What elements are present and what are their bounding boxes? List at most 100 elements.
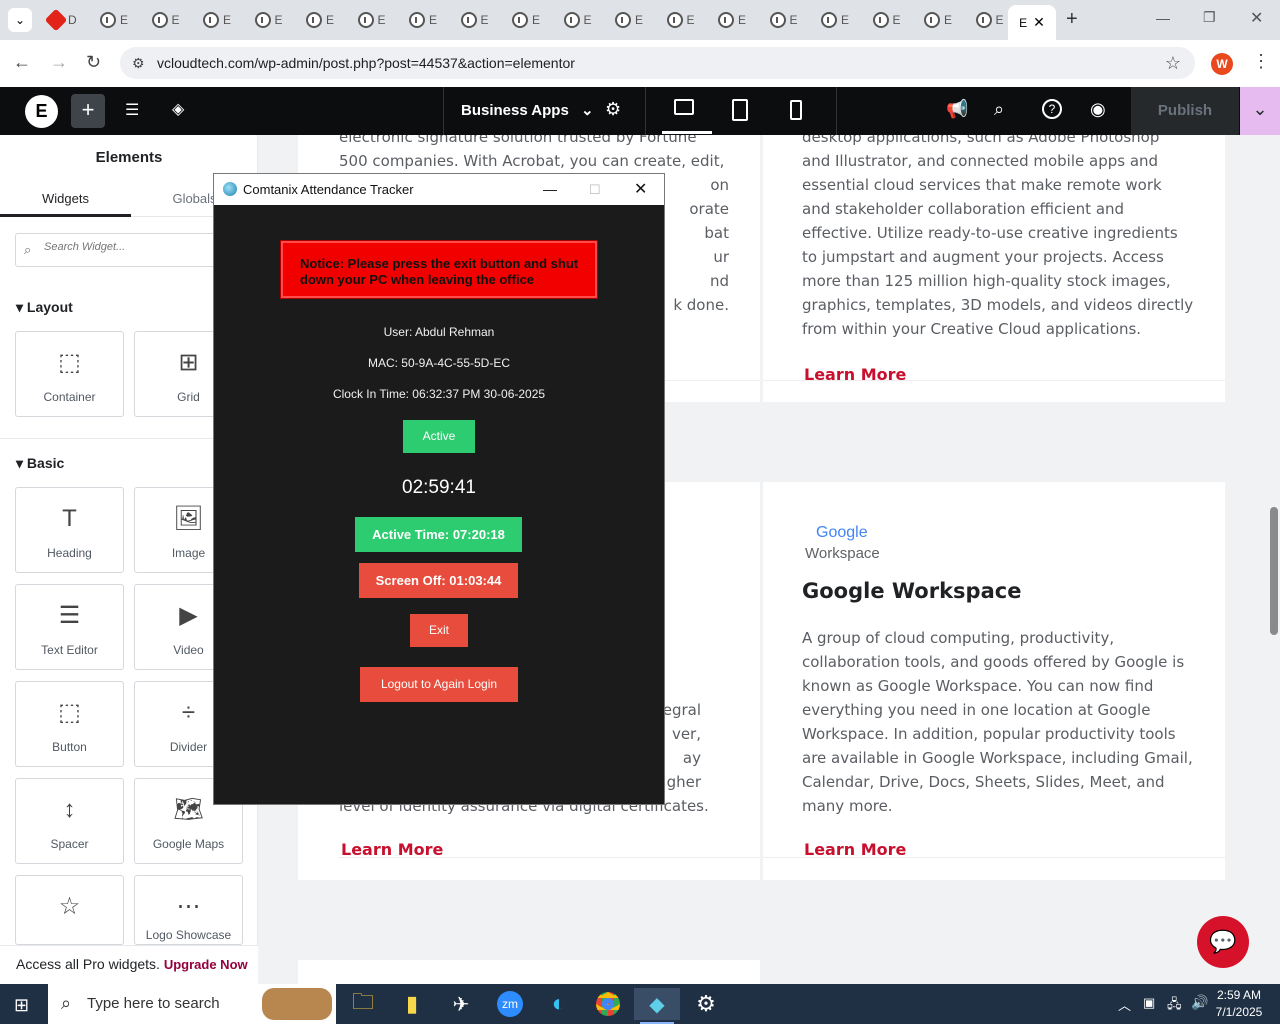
new-tab-icon[interactable]: + bbox=[1066, 8, 1078, 31]
publish-options-chevron-icon[interactable]: ⌄ bbox=[1240, 87, 1280, 135]
reload-icon[interactable]: ↻ bbox=[86, 52, 101, 73]
chat-bubble-icon[interactable]: 💬 bbox=[1197, 916, 1249, 968]
image-icon: 🖼 bbox=[173, 505, 204, 532]
browser-tab[interactable]: E bbox=[975, 6, 1004, 34]
widget-label: Logo Showcase bbox=[145, 928, 232, 942]
learn-more-link[interactable]: Learn More bbox=[804, 365, 906, 384]
forward-icon[interactable]: → bbox=[50, 52, 68, 73]
attendance-tracker-taskbar-icon[interactable]: ◆ bbox=[634, 988, 680, 1020]
mobile-view-icon[interactable] bbox=[790, 100, 802, 120]
tab-widgets[interactable]: Widgets bbox=[0, 191, 131, 206]
widget-label: Heading bbox=[47, 546, 92, 560]
upgrade-now-link[interactable]: Upgrade Now bbox=[164, 957, 248, 972]
tray-app-icon[interactable]: ▣ bbox=[1143, 995, 1155, 1011]
wordpress-favicon-icon bbox=[666, 12, 683, 28]
page-settings-gear-icon[interactable]: ⚙ bbox=[605, 99, 621, 120]
browser-menu-icon[interactable]: ⋮ bbox=[1252, 51, 1270, 72]
browser-tab[interactable]: D bbox=[44, 6, 77, 34]
active-browser-tab[interactable]: E ✕ bbox=[1008, 5, 1056, 40]
tab-close-icon[interactable]: ✕ bbox=[1033, 14, 1045, 31]
button-icon: ⬚ bbox=[58, 699, 81, 726]
windows-start-icon[interactable]: ⊞ bbox=[14, 995, 29, 1016]
url-field[interactable]: ⚙ vcloudtech.com/wp-admin/post.php?post=… bbox=[120, 47, 1195, 79]
widget-text-editor[interactable]: ☰ Text Editor bbox=[15, 584, 124, 670]
tab-search-icon[interactable]: ⌄ bbox=[8, 8, 32, 32]
widget-button[interactable]: ⬚ Button bbox=[15, 681, 124, 767]
browser-tab[interactable]: E bbox=[100, 6, 128, 34]
close-icon[interactable]: ✕ bbox=[634, 174, 647, 205]
widget-container[interactable]: ⬚ Container bbox=[15, 331, 124, 417]
desktop-view-icon[interactable] bbox=[674, 99, 694, 115]
settings-sliders-icon[interactable]: ☰ bbox=[125, 100, 139, 120]
bookmark-star-icon[interactable]: ☆ bbox=[1165, 47, 1181, 79]
tablet-view-icon[interactable] bbox=[732, 99, 748, 121]
help-icon[interactable]: ? bbox=[1042, 99, 1062, 119]
browser-tab[interactable]: E bbox=[924, 6, 952, 34]
logout-button[interactable]: Logout to Again Login bbox=[360, 667, 518, 702]
content-card: Google Workspace Google Workspace A grou… bbox=[763, 482, 1225, 880]
layers-icon[interactable]: ◈ bbox=[172, 99, 184, 119]
scrollbar[interactable] bbox=[1268, 135, 1280, 984]
sticky-notes-icon[interactable]: ▮ bbox=[394, 988, 430, 1020]
tab-label: E bbox=[480, 13, 489, 27]
browser-tab[interactable]: E bbox=[769, 6, 798, 34]
page-dropdown[interactable]: Business Apps ⌄ bbox=[461, 101, 594, 119]
network-icon[interactable]: 🖧 bbox=[1167, 995, 1182, 1017]
tab-label: E bbox=[532, 13, 541, 27]
browser-tab[interactable]: E bbox=[357, 6, 386, 34]
search-icon[interactable]: ⌕ bbox=[994, 99, 1004, 120]
zoom-icon[interactable]: zm bbox=[492, 988, 528, 1020]
clock[interactable]: 2:59 AM 7/1/2025 bbox=[1210, 987, 1268, 1021]
layout-section-header[interactable]: ▾ Layout bbox=[16, 299, 73, 316]
preview-eye-icon[interactable]: ◉ bbox=[1090, 99, 1106, 120]
widget-spacer[interactable]: ↕ Spacer bbox=[15, 778, 124, 864]
site-info-icon[interactable]: ⚙ bbox=[132, 47, 145, 79]
browser-tab[interactable]: E bbox=[718, 6, 746, 34]
widget-search-field[interactable]: ⌕ bbox=[15, 233, 243, 267]
browser-tab[interactable]: E bbox=[615, 6, 643, 34]
edge-browser-icon[interactable]: ◐ bbox=[541, 988, 577, 1020]
browser-tab[interactable]: E bbox=[306, 6, 334, 34]
close-window-icon[interactable]: ✕ bbox=[1250, 8, 1263, 28]
profile-avatar[interactable]: W bbox=[1211, 53, 1233, 75]
card-text: desktop applications, such as Adobe Phot… bbox=[802, 135, 1194, 338]
browser-tab[interactable]: E bbox=[563, 6, 592, 34]
minimize-icon[interactable]: — bbox=[1156, 10, 1170, 26]
browser-tab[interactable]: E bbox=[512, 6, 540, 34]
browser-tab[interactable]: E bbox=[821, 6, 849, 34]
browser-tab[interactable]: E bbox=[151, 6, 180, 34]
exit-button[interactable]: Exit bbox=[410, 614, 468, 647]
restore-icon[interactable]: ❐ bbox=[1203, 9, 1216, 26]
app-icon[interactable]: ✈ bbox=[443, 988, 479, 1020]
browser-tab[interactable]: E bbox=[666, 6, 695, 34]
maximize-icon[interactable]: ☐ bbox=[589, 174, 601, 205]
tracker-title-bar[interactable]: Comtanix Attendance Tracker — ☐ ✕ bbox=[214, 174, 664, 205]
wordpress-favicon-icon bbox=[615, 12, 631, 28]
back-icon[interactable]: ← bbox=[13, 52, 31, 73]
publish-button[interactable]: Publish bbox=[1131, 87, 1239, 135]
browser-tab[interactable]: E bbox=[254, 6, 283, 34]
add-element-icon[interactable]: + bbox=[71, 94, 105, 128]
widget-icon[interactable]: ☆ bbox=[15, 875, 124, 945]
wordpress-favicon-icon bbox=[357, 12, 374, 28]
volume-icon[interactable]: 🔊 bbox=[1191, 994, 1208, 1011]
browser-tab[interactable]: E bbox=[872, 6, 901, 34]
browser-tab[interactable]: E bbox=[409, 6, 437, 34]
settings-gear-icon[interactable]: ⚙ bbox=[688, 988, 724, 1020]
taskbar-search-box[interactable]: ⌕ Type here to search bbox=[48, 984, 336, 1024]
basic-section-header[interactable]: ▾ Basic bbox=[16, 455, 64, 472]
widget-label: Button bbox=[52, 740, 87, 754]
browser-tab[interactable]: E bbox=[460, 6, 489, 34]
widget-logo-showcase[interactable]: ⋯ Logo Showcase bbox=[134, 875, 243, 945]
notifications-megaphone-icon[interactable]: 📢 bbox=[946, 99, 968, 120]
file-explorer-icon[interactable]: 🗀 bbox=[345, 988, 381, 1020]
widget-heading[interactable]: T Heading bbox=[15, 487, 124, 573]
minimize-icon[interactable]: — bbox=[543, 174, 557, 205]
elementor-logo-icon[interactable]: E bbox=[25, 95, 58, 128]
scrollbar-thumb[interactable] bbox=[1270, 507, 1278, 635]
widget-label: Video bbox=[173, 643, 204, 657]
chrome-browser-icon[interactable] bbox=[590, 988, 626, 1020]
browser-tab[interactable]: E bbox=[203, 6, 231, 34]
tray-chevron-up-icon[interactable]: ︿ bbox=[1118, 995, 1131, 1014]
widget-search-input[interactable] bbox=[44, 241, 234, 253]
